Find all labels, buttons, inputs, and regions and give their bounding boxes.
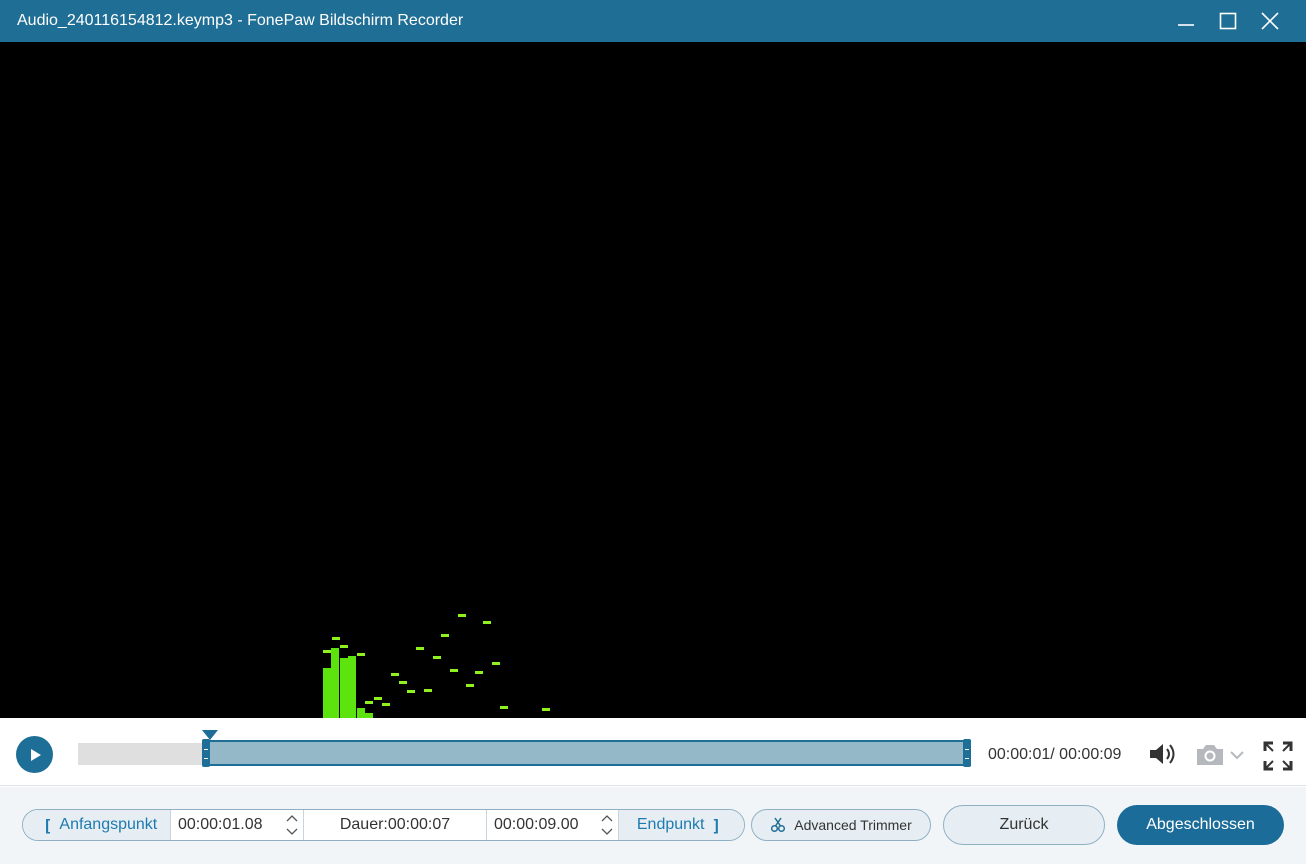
close-button[interactable] bbox=[1248, 0, 1292, 42]
scissors-icon bbox=[771, 817, 786, 833]
start-label: Anfangspunkt bbox=[59, 816, 158, 833]
chevron-down-icon[interactable] bbox=[599, 825, 615, 839]
visualizer-bar bbox=[348, 656, 356, 718]
visualizer-peak bbox=[391, 673, 399, 676]
play-icon bbox=[30, 748, 41, 761]
visualizer-peak bbox=[323, 650, 331, 653]
visualizer-bar bbox=[331, 648, 339, 718]
title-bar: Audio_240116154812.keymp3 - FonePaw Bild… bbox=[0, 0, 1306, 42]
advanced-trimmer-label: Advanced Trimmer bbox=[794, 817, 912, 833]
visualizer-peak bbox=[424, 689, 432, 692]
advanced-trimmer-button[interactable]: Advanced Trimmer bbox=[751, 809, 931, 841]
playback-bar: 00:00:01/ 00:00:09 bbox=[0, 718, 1306, 786]
trim-start-handle[interactable] bbox=[202, 739, 210, 767]
trim-controls: [ Anfangspunkt 00:00:01.08 Dauer:00:00:0… bbox=[0, 787, 1306, 864]
video-preview bbox=[0, 42, 1306, 718]
visualizer-bar bbox=[357, 708, 365, 718]
visualizer-peak bbox=[399, 681, 407, 684]
visualizer-bar bbox=[340, 658, 348, 718]
visualizer-peak bbox=[483, 621, 491, 624]
end-time-spinner bbox=[599, 811, 615, 839]
end-time-value: 00:00:09.00 bbox=[494, 816, 579, 833]
duration-display: Dauer:00:00:07 bbox=[304, 810, 487, 840]
visualizer-bar bbox=[323, 668, 331, 718]
visualizer-peak bbox=[357, 653, 365, 656]
visualizer-peak bbox=[492, 662, 500, 665]
visualizer-peak bbox=[450, 669, 458, 672]
fullscreen-icon bbox=[1263, 741, 1293, 771]
visualizer-peak bbox=[458, 614, 466, 617]
close-icon bbox=[1261, 12, 1279, 30]
play-button[interactable] bbox=[16, 736, 53, 773]
window-title: Audio_240116154812.keymp3 - FonePaw Bild… bbox=[17, 12, 464, 29]
done-button[interactable]: Abgeschlossen bbox=[1117, 805, 1284, 845]
playhead-marker[interactable] bbox=[202, 730, 218, 740]
maximize-button[interactable] bbox=[1206, 0, 1250, 42]
camera-icon bbox=[1197, 745, 1223, 765]
chevron-down-icon[interactable] bbox=[284, 825, 300, 839]
time-readout: 00:00:01/ 00:00:09 bbox=[988, 746, 1122, 763]
visualizer-peak bbox=[441, 634, 449, 637]
visualizer-peak bbox=[407, 690, 415, 693]
bracket-left-icon: [ bbox=[42, 815, 53, 835]
chevron-up-icon[interactable] bbox=[599, 811, 615, 825]
maximize-icon bbox=[1219, 12, 1237, 30]
visualizer-peak bbox=[416, 647, 424, 650]
visualizer-peak bbox=[475, 671, 483, 674]
set-end-button[interactable]: Endpunkt ] bbox=[619, 810, 744, 840]
start-time-field[interactable]: 00:00:01.08 bbox=[171, 810, 304, 840]
visualizer-peak bbox=[340, 645, 348, 648]
start-time-spinner bbox=[284, 811, 300, 839]
trim-group: [ Anfangspunkt 00:00:01.08 Dauer:00:00:0… bbox=[22, 809, 745, 841]
fullscreen-button[interactable] bbox=[1262, 740, 1294, 772]
set-start-button[interactable]: [ Anfangspunkt bbox=[23, 810, 171, 840]
visualizer-peak bbox=[466, 684, 474, 687]
screenshot-button[interactable] bbox=[1194, 742, 1248, 768]
volume-button[interactable] bbox=[1148, 740, 1180, 768]
timeline-selection[interactable] bbox=[204, 740, 971, 766]
trim-end-handle[interactable] bbox=[963, 739, 971, 767]
visualizer-peak bbox=[374, 697, 382, 700]
chevron-up-icon[interactable] bbox=[284, 811, 300, 825]
volume-icon bbox=[1150, 744, 1175, 764]
minimize-icon bbox=[1178, 24, 1194, 26]
end-label: Endpunkt bbox=[636, 816, 705, 833]
bracket-right-icon: ] bbox=[711, 815, 722, 835]
visualizer-peak bbox=[542, 708, 550, 711]
end-time-field[interactable]: 00:00:09.00 bbox=[487, 810, 619, 840]
visualizer-peak bbox=[365, 701, 373, 704]
visualizer-peak bbox=[332, 637, 340, 640]
visualizer-peak bbox=[382, 703, 390, 706]
start-time-value: 00:00:01.08 bbox=[178, 816, 263, 833]
back-button[interactable]: Zurück bbox=[943, 805, 1105, 845]
minimize-button[interactable] bbox=[1164, 0, 1208, 42]
chevron-down-icon[interactable] bbox=[1228, 742, 1246, 768]
visualizer-peak bbox=[500, 706, 508, 709]
visualizer-peak bbox=[433, 656, 441, 659]
